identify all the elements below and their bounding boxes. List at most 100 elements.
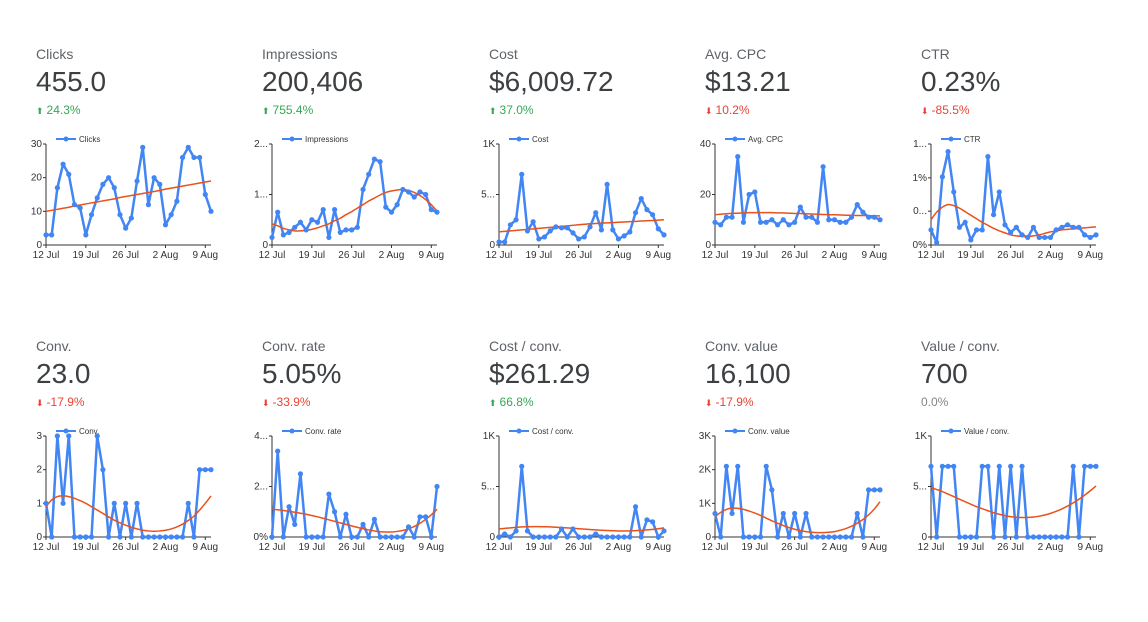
data-point (519, 463, 525, 469)
data-point (752, 534, 758, 540)
data-point (513, 217, 519, 223)
data-point (837, 219, 843, 225)
legend-marker (63, 136, 69, 142)
y-tick-label: 2... (254, 482, 268, 493)
y-tick-label: 40 (700, 139, 712, 150)
data-point (140, 144, 146, 150)
metric-label: Impressions (262, 46, 338, 62)
data-point (746, 534, 752, 540)
data-point (786, 534, 792, 540)
data-point (123, 225, 129, 231)
data-point (320, 534, 326, 540)
data-point (1025, 234, 1031, 241)
data-point (185, 144, 191, 150)
change-percent: 24.3% (46, 103, 81, 117)
x-tick-label: 12 Jul (702, 250, 729, 261)
data-point (638, 195, 644, 202)
data-point (371, 156, 378, 162)
data-point (934, 239, 940, 246)
x-tick-label: 2 Aug (379, 542, 405, 553)
data-point (877, 487, 883, 493)
sparkline-chart: Conv. value01K2K3K12 Jul 19 Jul 26 Jul 2 Au… (699, 427, 887, 553)
data-point (524, 528, 531, 534)
change-percent: -33.9% (272, 395, 311, 409)
data-point (496, 534, 502, 540)
data-point (871, 487, 877, 493)
legend-marker (516, 136, 522, 142)
arrow-down-icon: ⬇ (36, 398, 44, 408)
arrow-down-icon: ⬇ (705, 398, 713, 408)
data-point (326, 491, 332, 497)
chart-legend: Clicks (56, 135, 100, 144)
chart-legend: Value / conv. (941, 427, 1009, 436)
data-point (809, 534, 815, 540)
data-point (83, 534, 89, 540)
data-point (320, 207, 326, 213)
data-point (292, 224, 298, 230)
sparkline-chart: Cost05...1K12 Jul 19 Jul 26 Jul 2 Aug 9 Aug (481, 135, 671, 261)
data-point (939, 463, 945, 469)
x-tick-label: 19 Jul (72, 542, 99, 553)
data-point (157, 181, 163, 187)
data-point (286, 504, 292, 510)
kpi-card: CTR 0.23% ⬇ -85.5% CTR 0% 0... 1% 1... 12 Jul 19 J… (913, 46, 1141, 296)
data-point (752, 189, 758, 195)
y-tick-label: 3 (36, 431, 42, 442)
data-point (100, 467, 106, 473)
data-point (145, 202, 152, 208)
data-point (1042, 234, 1048, 241)
metric-change: ⬇ -17.9% (36, 395, 85, 409)
data-point (854, 510, 860, 517)
data-point (996, 463, 1002, 469)
data-point (1008, 463, 1014, 469)
sparkline-chart: CTR0%0...1%1...12 Jul 19 Jul 26 Jul 2 Aug 9 … (913, 135, 1104, 261)
data-point (1019, 463, 1025, 469)
data-point (962, 534, 968, 540)
data-point (786, 222, 792, 228)
data-point (956, 224, 963, 230)
data-point (88, 212, 95, 218)
data-point (1070, 224, 1076, 230)
data-point (945, 148, 951, 155)
kpi-card: Cost / conv. $261.29 ⬆ 66.8% Cost / conv. 0 5.… (481, 338, 709, 588)
data-point (650, 212, 656, 218)
data-point (945, 463, 951, 469)
data-point (145, 534, 152, 540)
data-point (337, 534, 343, 540)
data-point (826, 217, 832, 223)
x-tick-label: 26 Jul (781, 542, 808, 553)
metric-change: ⬇ -85.5% (921, 103, 970, 117)
data-point (71, 534, 78, 540)
data-point (763, 463, 769, 469)
data-point (570, 526, 576, 532)
metric-label: Clicks (36, 46, 74, 62)
data-point (513, 528, 519, 534)
data-point (191, 534, 197, 540)
metric-value: 200,406 (262, 66, 364, 97)
data-point (627, 229, 633, 235)
data-point (77, 534, 83, 540)
metric-change: ⬇ -33.9% (262, 395, 311, 409)
data-point (434, 209, 440, 215)
data-point (780, 510, 786, 517)
metric-value: 0.23% (921, 66, 1001, 97)
sparkline-chart: Conv.012312 Jul 19 Jul 26 Jul 2 Aug 9 Aug (33, 427, 218, 553)
x-tick-label: 26 Jul (565, 250, 592, 261)
data-point (275, 448, 281, 454)
x-tick-label: 19 Jul (957, 250, 984, 261)
data-point (615, 236, 622, 242)
data-point (735, 154, 741, 160)
y-tick-label: 1... (254, 190, 268, 201)
series-line (713, 465, 880, 539)
x-tick-label: 26 Jul (112, 250, 139, 261)
x-tick-label: 26 Jul (338, 542, 365, 553)
metric-value: $13.21 (705, 66, 791, 97)
data-point (1030, 224, 1037, 230)
data-point (1082, 232, 1088, 238)
arrow-up-icon: ⬆ (489, 106, 497, 116)
data-point (377, 159, 383, 165)
data-point (729, 510, 735, 517)
data-point (951, 463, 957, 469)
x-tick-label: 26 Jul (997, 542, 1024, 553)
data-point (530, 219, 536, 225)
